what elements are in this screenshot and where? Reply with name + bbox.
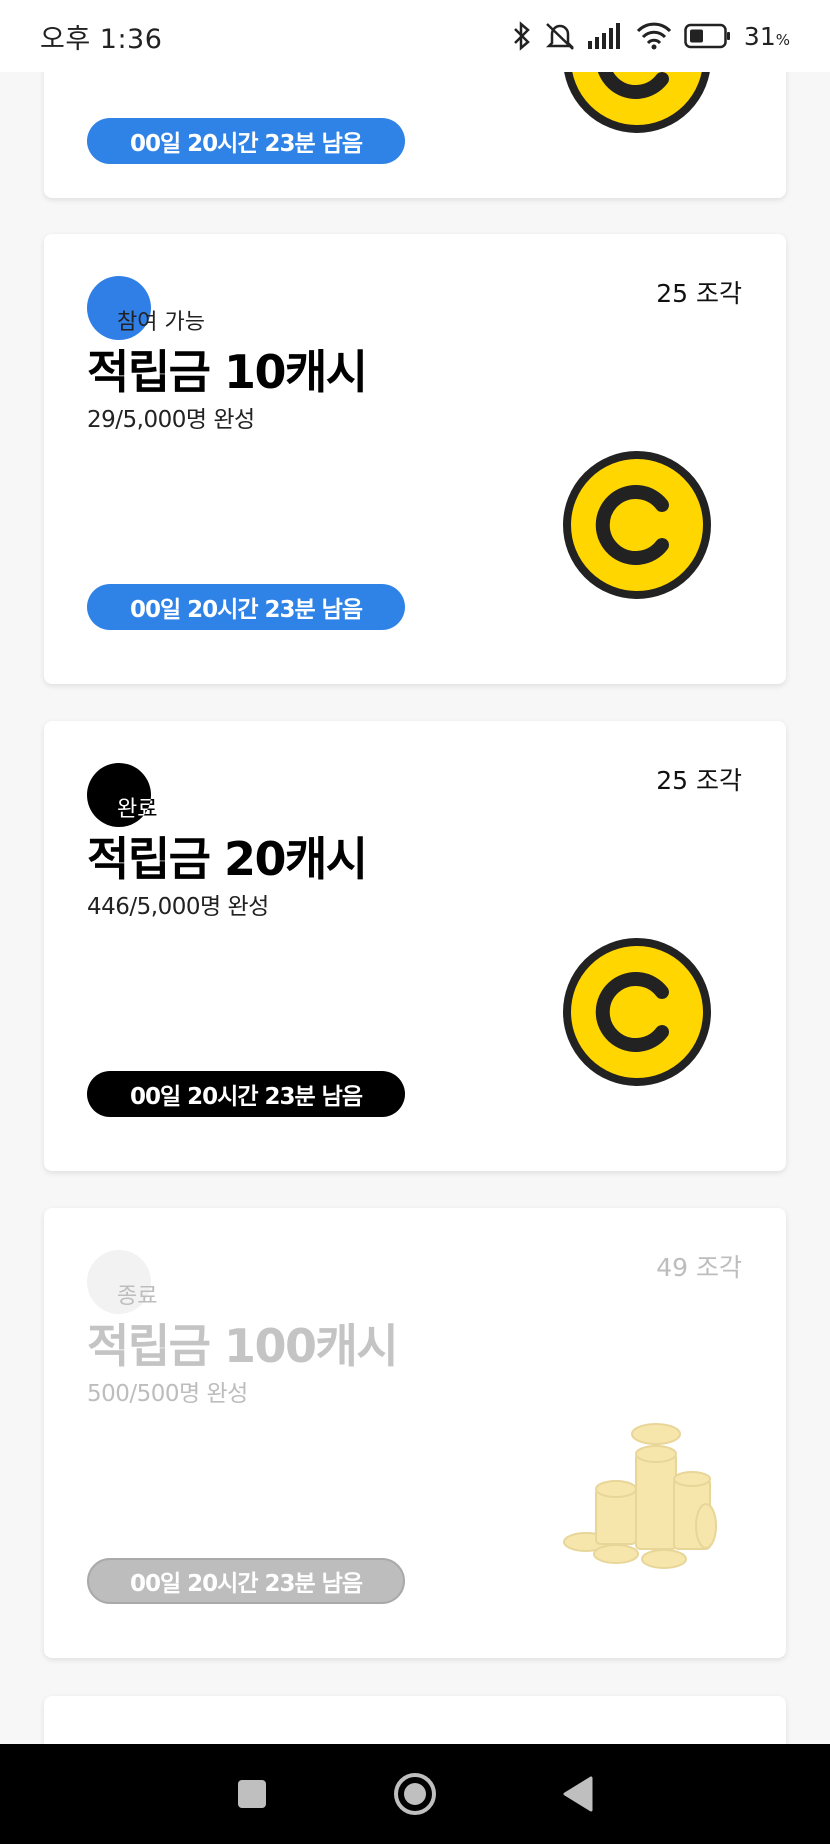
status-bar: 오후 1:36 31%	[0, 0, 830, 72]
mute-bell-icon	[544, 21, 576, 51]
home-button[interactable]	[385, 1764, 445, 1824]
card-title: 적립금 100캐시	[87, 1310, 397, 1376]
battery-icon	[684, 23, 732, 49]
piece-count: 25 조각	[656, 274, 742, 310]
triangle-back-icon	[561, 1775, 595, 1813]
circle-home-icon	[392, 1771, 438, 1817]
completion-count: 500/500명 완성	[87, 1374, 248, 1408]
reward-card[interactable]	[44, 1696, 786, 1744]
coin-c-icon	[562, 937, 712, 1087]
reward-card[interactable]: 참여 가능 25 조각 적립금 10캐시 29/5,000명 완성 00일 20…	[44, 234, 786, 684]
status-label: 참여 가능	[117, 304, 205, 336]
remaining-time-badge: 00일 20시간 23분 남음	[87, 584, 405, 630]
card-list: 00일 20시간 23분 남음 참여 가능 25 조각 적립금 10캐시 29/…	[0, 0, 830, 1744]
coin-c-icon	[562, 450, 712, 600]
piece-count: 25 조각	[656, 761, 742, 797]
piece-count: 49 조각	[656, 1248, 742, 1284]
navigation-bar	[0, 1744, 830, 1844]
remaining-time-badge: 00일 20시간 23분 남음	[87, 118, 405, 164]
signal-icon	[588, 23, 624, 49]
status-label: 종료	[117, 1278, 157, 1310]
card-title: 적립금 20캐시	[87, 823, 367, 889]
status-label: 완료	[117, 791, 157, 823]
remaining-time-badge: 00일 20시간 23분 남음	[87, 1071, 405, 1117]
status-time: 오후 1:36	[40, 17, 162, 56]
wifi-icon	[636, 22, 672, 50]
square-icon	[236, 1778, 268, 1810]
back-button[interactable]	[548, 1764, 608, 1824]
recent-apps-button[interactable]	[222, 1764, 282, 1824]
remaining-time-badge: 00일 20시간 23분 남음	[87, 1558, 405, 1604]
completion-count: 446/5,000명 완성	[87, 887, 269, 921]
battery-percent: 31%	[744, 22, 790, 51]
completion-count: 29/5,000명 완성	[87, 400, 255, 434]
reward-card[interactable]: 종료 49 조각 적립금 100캐시 500/500명 완성 00일 20시간 …	[44, 1208, 786, 1658]
bluetooth-icon	[512, 21, 532, 51]
status-icons: 31%	[512, 21, 790, 51]
card-title: 적립금 10캐시	[87, 336, 367, 402]
coin-stack-icon	[556, 1414, 726, 1584]
reward-card[interactable]: 완료 25 조각 적립금 20캐시 446/5,000명 완성 00일 20시간…	[44, 721, 786, 1171]
